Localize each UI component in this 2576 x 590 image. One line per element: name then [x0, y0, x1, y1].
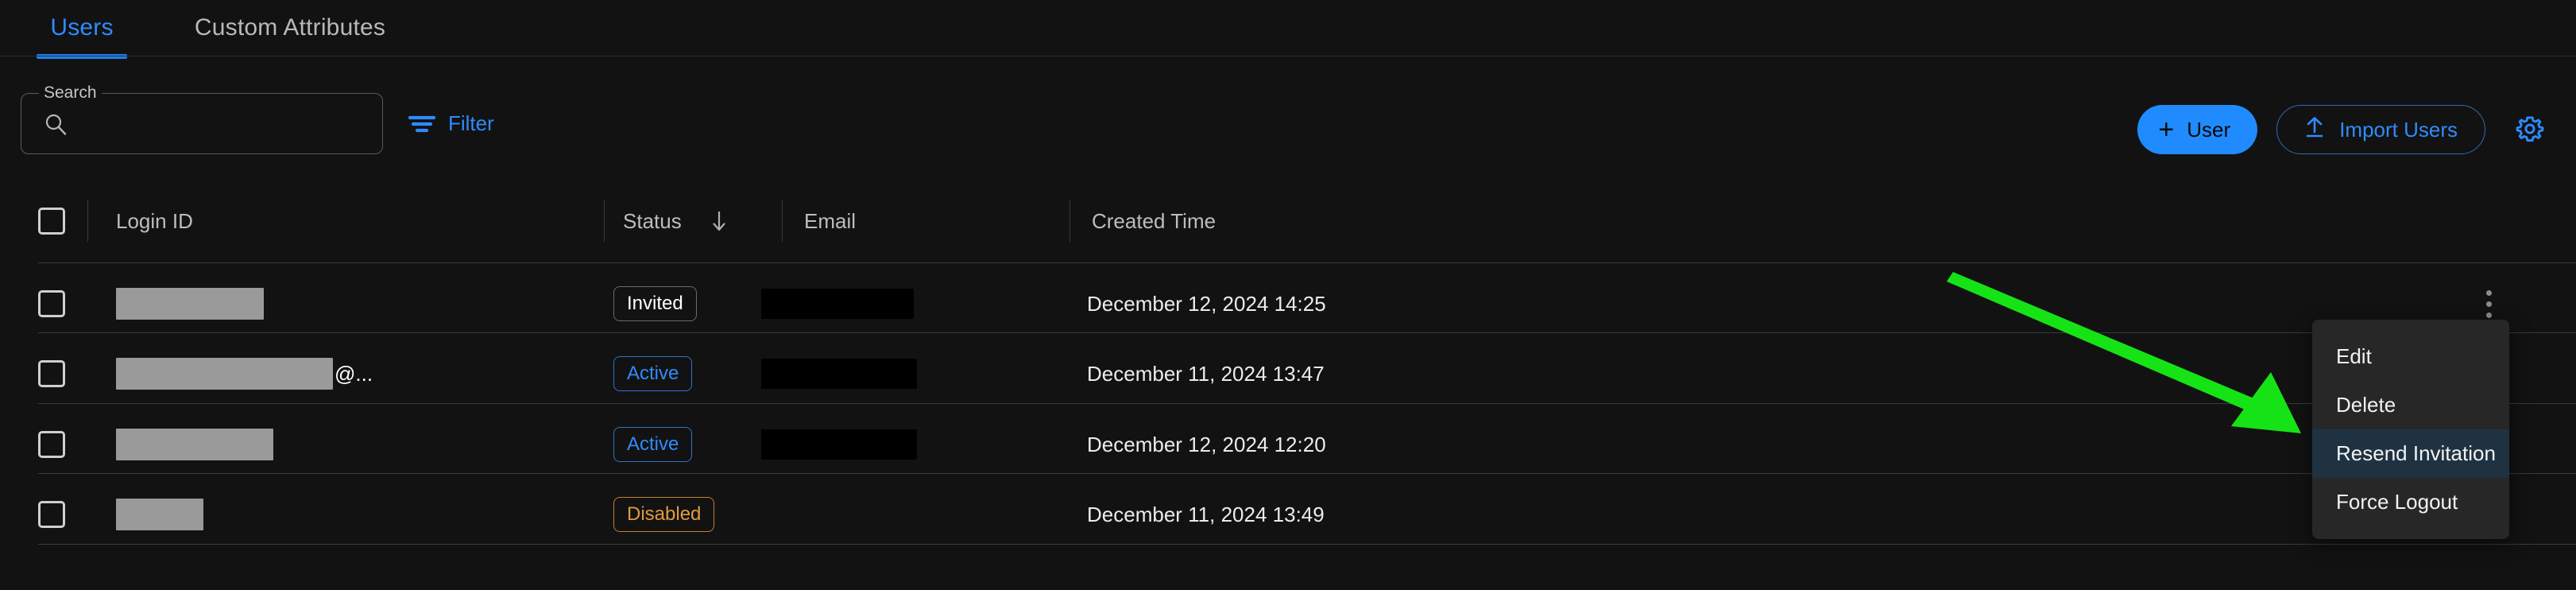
import-users-label: Import Users [2339, 117, 2458, 142]
table-row[interactable]: Disabled December 11, 2024 13:49 [0, 479, 2576, 549]
settings-button[interactable] [2512, 112, 2547, 147]
filter-button[interactable]: Filter [408, 111, 494, 136]
status-badge: Active [613, 356, 693, 391]
gear-icon [2514, 113, 2546, 147]
redacted-login-id [116, 499, 203, 530]
header-divider-1 [87, 200, 88, 242]
plus-icon: + [2158, 115, 2175, 145]
redacted-email [761, 359, 917, 389]
header-divider-2 [604, 200, 605, 242]
row-select-cell [38, 269, 65, 339]
redacted-email [761, 429, 917, 460]
created-time-value: December 12, 2024 14:25 [1087, 291, 1326, 316]
cell-status: Active [613, 410, 693, 479]
column-header-login-id[interactable]: Login ID [116, 180, 193, 262]
column-header-email[interactable]: Email [804, 180, 856, 262]
row-checkbox[interactable] [38, 431, 65, 458]
created-time-value: December 11, 2024 13:49 [1087, 502, 1325, 526]
cell-login-id [116, 269, 264, 339]
cell-created-time: December 12, 2024 14:25 [1087, 269, 1326, 339]
context-menu-item[interactable]: Resend Invitation [2312, 429, 2509, 478]
active-tab-indicator [37, 54, 127, 59]
search-field[interactable]: Search [21, 83, 383, 154]
table-row[interactable]: Invited December 12, 2024 14:25 [0, 269, 2576, 339]
select-all-checkbox[interactable] [38, 208, 65, 235]
column-header-login-id-label: Login ID [116, 208, 193, 233]
tab-bar: Users Custom Attributes [0, 0, 2576, 56]
status-badge: Active [613, 427, 693, 462]
table-body: Invited December 12, 2024 14:25 @... Active… [0, 262, 2576, 590]
filter-icon [408, 114, 436, 134]
column-header-created-time[interactable]: Created Time [1092, 180, 1216, 262]
context-menu-item[interactable]: Force Logout [2312, 478, 2509, 526]
search-input[interactable] [77, 94, 376, 153]
cell-login-id [116, 479, 203, 549]
header-divider-4 [1069, 200, 1070, 242]
row-select-cell [38, 339, 65, 409]
cell-status: Disabled [613, 479, 715, 549]
row-context-menu: Edit Delete Resend Invitation Force Logout [2312, 320, 2509, 539]
filter-label: Filter [448, 111, 494, 135]
sort-descending-icon[interactable] [709, 209, 729, 233]
row-actions-menu-button[interactable] [2473, 286, 2504, 321]
select-all-cell [38, 180, 65, 262]
add-user-button[interactable]: + User [2137, 105, 2258, 154]
header-divider-3 [782, 200, 783, 242]
column-header-status-label: Status [623, 208, 682, 233]
cell-created-time: December 12, 2024 12:20 [1087, 410, 1326, 479]
context-menu-item[interactable]: Edit [2312, 332, 2509, 381]
row-checkbox[interactable] [38, 290, 65, 317]
kebab-dot [2485, 312, 2492, 318]
kebab-dot [2485, 301, 2492, 307]
login-id-suffix: @... [335, 361, 373, 386]
row-checkbox[interactable] [38, 501, 65, 528]
row-select-cell [38, 479, 65, 549]
tab-users-label: Users [50, 14, 114, 41]
cell-login-id [116, 410, 273, 479]
tab-custom-attributes-label: Custom Attributes [194, 14, 386, 41]
table-header: Login ID Status Email Created Time [0, 180, 2576, 262]
redacted-login-id [116, 358, 333, 390]
search-icon [44, 112, 68, 136]
cell-login-id: @... [116, 339, 373, 409]
kebab-dot [2485, 289, 2492, 296]
row-select-cell [38, 410, 65, 479]
redacted-login-id [116, 429, 273, 460]
redacted-login-id [116, 288, 264, 320]
column-header-email-label: Email [804, 208, 857, 233]
cell-email [761, 410, 917, 479]
cell-status: Active [613, 339, 693, 409]
toolbar-actions: + User Import Users [2137, 105, 2547, 154]
column-header-created-time-label: Created Time [1092, 208, 1216, 233]
cell-status: Invited [613, 269, 697, 339]
redacted-email [761, 289, 914, 319]
users-table: Login ID Status Email Created Time Invit… [0, 180, 2576, 590]
table-row[interactable]: @... Active December 11, 2024 13:47 [0, 339, 2576, 409]
tab-users[interactable]: Users [37, 0, 127, 56]
column-header-status[interactable]: Status [623, 180, 729, 262]
cell-email [761, 269, 914, 339]
cell-email [761, 339, 917, 409]
created-time-value: December 12, 2024 12:20 [1087, 432, 1326, 456]
status-badge: Invited [613, 286, 697, 321]
row-divider [38, 262, 2576, 263]
add-user-label: User [2187, 117, 2231, 142]
created-time-value: December 11, 2024 13:47 [1087, 361, 1325, 386]
upload-icon [2304, 115, 2325, 145]
row-checkbox[interactable] [38, 360, 65, 387]
cell-created-time: December 11, 2024 13:49 [1087, 479, 1325, 549]
tab-custom-attributes[interactable]: Custom Attributes [175, 0, 405, 56]
context-menu-item[interactable]: Delete [2312, 381, 2509, 429]
users-management-page: Users Custom Attributes Search Filter + … [0, 0, 2576, 590]
status-badge: Disabled [613, 497, 715, 532]
table-row[interactable]: Active December 12, 2024 12:20 [0, 410, 2576, 479]
import-users-button[interactable]: Import Users [2276, 105, 2485, 154]
cell-created-time: December 11, 2024 13:47 [1087, 339, 1325, 409]
